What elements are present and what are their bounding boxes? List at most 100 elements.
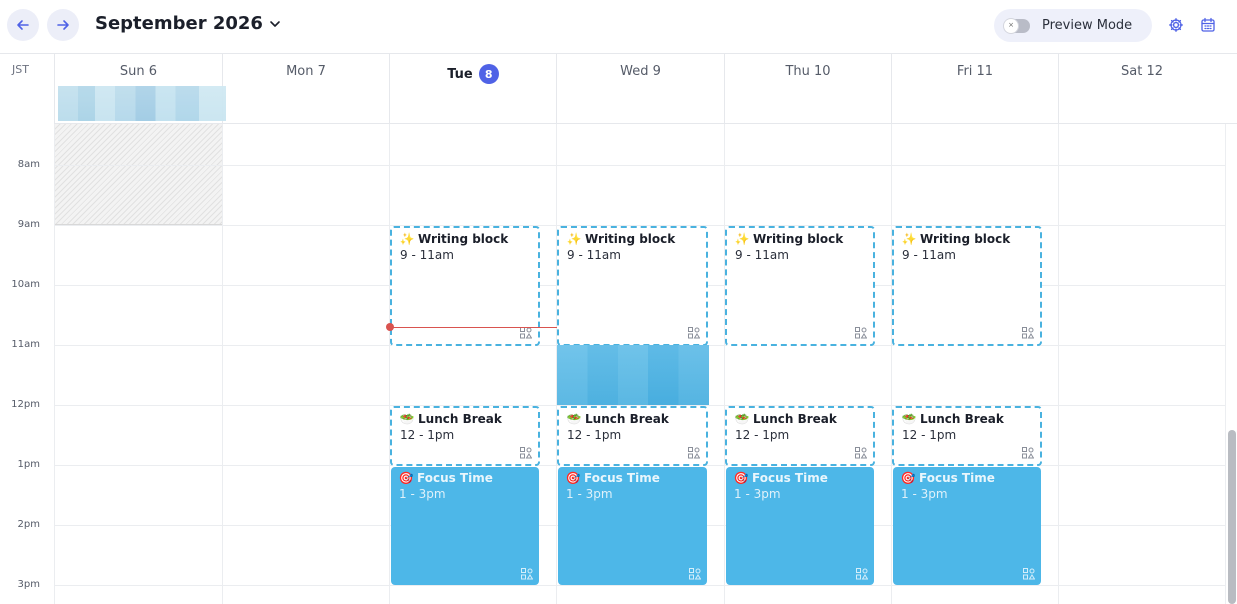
preview-mode-label: Preview Mode	[1042, 18, 1133, 33]
shapes-icon	[688, 327, 700, 339]
month-selector[interactable]: September 2026	[95, 13, 281, 34]
day-header-tue[interactable]: Tue 8	[389, 54, 556, 124]
sparkles-icon: ✨	[566, 232, 582, 246]
day-header-sat[interactable]: Sat 12	[1058, 54, 1225, 124]
time-label-12pm: 12pm	[11, 399, 40, 410]
column-divider	[1058, 124, 1059, 604]
event-title: Lunch Break	[418, 412, 502, 426]
event-writing-block[interactable]: ✨ Writing block 9 - 11am	[725, 226, 875, 346]
event-title: Focus Time	[584, 471, 660, 485]
hour-line	[54, 585, 1225, 586]
column-divider	[54, 124, 55, 604]
hour-line	[54, 165, 1225, 166]
shapes-icon	[689, 568, 701, 580]
column-divider	[891, 124, 892, 604]
event-writing-block[interactable]: ✨ Writing block 9 - 11am	[557, 226, 708, 346]
column-divider	[389, 124, 390, 604]
day-header-wed[interactable]: Wed 9	[556, 54, 724, 124]
day-label: Mon 7	[286, 64, 326, 79]
shapes-icon	[855, 327, 867, 339]
day-label-today: Tue 8	[390, 64, 556, 84]
event-lunch-break[interactable]: 🥗 Lunch Break 12 - 1pm	[557, 406, 708, 466]
event-time: 1 - 3pm	[901, 487, 948, 501]
sparkles-icon: ✨	[901, 232, 917, 246]
day-label: Sat 12	[1121, 64, 1163, 79]
event-time: 9 - 11am	[400, 248, 454, 262]
event-time: 12 - 1pm	[735, 428, 790, 442]
event-focus-time[interactable]: 🎯 Focus Time 1 - 3pm	[558, 467, 707, 585]
salad-icon: 🥗	[734, 412, 750, 426]
event-time: 1 - 3pm	[399, 487, 446, 501]
current-time-line	[390, 327, 557, 328]
day-header-thu[interactable]: Thu 10	[724, 54, 891, 124]
shapes-icon	[1023, 568, 1035, 580]
shapes-icon	[1022, 447, 1034, 459]
all-day-event-redacted[interactable]	[58, 86, 226, 121]
event-lunch-break[interactable]: 🥗 Lunch Break 12 - 1pm	[725, 406, 875, 466]
current-time-dot	[386, 323, 394, 331]
chevron-down-icon	[270, 20, 280, 27]
calendar-icon[interactable]	[1200, 17, 1216, 33]
shapes-icon	[855, 447, 867, 459]
event-focus-time[interactable]: 🎯 Focus Time 1 - 3pm	[391, 467, 539, 585]
event-focus-time[interactable]: 🎯 Focus Time 1 - 3pm	[893, 467, 1041, 585]
toggle-off-icon: ×	[1004, 18, 1018, 33]
arrow-right-icon	[57, 20, 69, 30]
shapes-icon	[520, 447, 532, 459]
event-title: Writing block	[418, 232, 509, 246]
time-label-3pm: 3pm	[17, 579, 40, 590]
event-time: 1 - 3pm	[566, 487, 613, 501]
target-icon: 🎯	[565, 471, 581, 485]
time-label-1pm: 1pm	[17, 459, 40, 470]
event-title: Writing block	[585, 232, 676, 246]
event-title: Writing block	[753, 232, 844, 246]
top-bar: September 2026 × Preview Mode	[0, 0, 1237, 54]
target-icon: 🎯	[398, 471, 414, 485]
toggle-switch[interactable]: ×	[1004, 18, 1030, 33]
target-icon: 🎯	[900, 471, 916, 485]
time-label-2pm: 2pm	[17, 519, 40, 530]
day-label: Fri 11	[956, 64, 994, 79]
time-label-8am: 8am	[17, 159, 40, 170]
column-divider	[222, 124, 223, 604]
day-label: Thu 10	[785, 64, 831, 79]
day-label: Wed 9	[620, 64, 661, 79]
salad-icon: 🥗	[399, 412, 415, 426]
time-label-9am: 9am	[17, 219, 40, 230]
gear-icon[interactable]	[1168, 17, 1184, 33]
event-title: Lunch Break	[585, 412, 669, 426]
event-time: 12 - 1pm	[567, 428, 622, 442]
day-name: Tue	[447, 66, 473, 82]
event-title: Focus Time	[417, 471, 493, 485]
shapes-icon	[520, 327, 532, 339]
preview-mode-toggle[interactable]: × Preview Mode	[994, 9, 1152, 42]
day-label: Sun 6	[119, 64, 158, 79]
prev-week-button[interactable]	[7, 9, 39, 41]
day-header-mon[interactable]: Mon 7	[222, 54, 389, 124]
timezone-label: JST	[12, 63, 29, 76]
target-icon: 🎯	[733, 471, 749, 485]
redacted-event[interactable]	[557, 345, 709, 405]
event-title: Lunch Break	[753, 412, 837, 426]
next-week-button[interactable]	[47, 9, 79, 41]
event-writing-block[interactable]: ✨ Writing block 9 - 11am	[892, 226, 1042, 346]
shapes-icon	[1022, 327, 1034, 339]
event-title: Focus Time	[919, 471, 995, 485]
sparkles-icon: ✨	[734, 232, 750, 246]
today-badge: 8	[478, 64, 499, 84]
event-lunch-break[interactable]: 🥗 Lunch Break 12 - 1pm	[390, 406, 540, 466]
salad-icon: 🥗	[901, 412, 917, 426]
event-title: Writing block	[920, 232, 1011, 246]
shapes-icon	[856, 568, 868, 580]
shapes-icon	[688, 447, 700, 459]
scrollbar-thumb[interactable]	[1228, 430, 1236, 604]
day-header-fri[interactable]: Fri 11	[891, 54, 1058, 124]
event-time: 9 - 11am	[567, 248, 621, 262]
event-writing-block[interactable]: ✨ Writing block 9 - 11am	[390, 226, 540, 346]
event-focus-time[interactable]: 🎯 Focus Time 1 - 3pm	[726, 467, 874, 585]
event-time: 12 - 1pm	[400, 428, 455, 442]
time-label-11am: 11am	[11, 339, 40, 350]
month-title: September 2026	[95, 13, 263, 34]
event-time: 1 - 3pm	[734, 487, 781, 501]
event-lunch-break[interactable]: 🥗 Lunch Break 12 - 1pm	[892, 406, 1042, 466]
